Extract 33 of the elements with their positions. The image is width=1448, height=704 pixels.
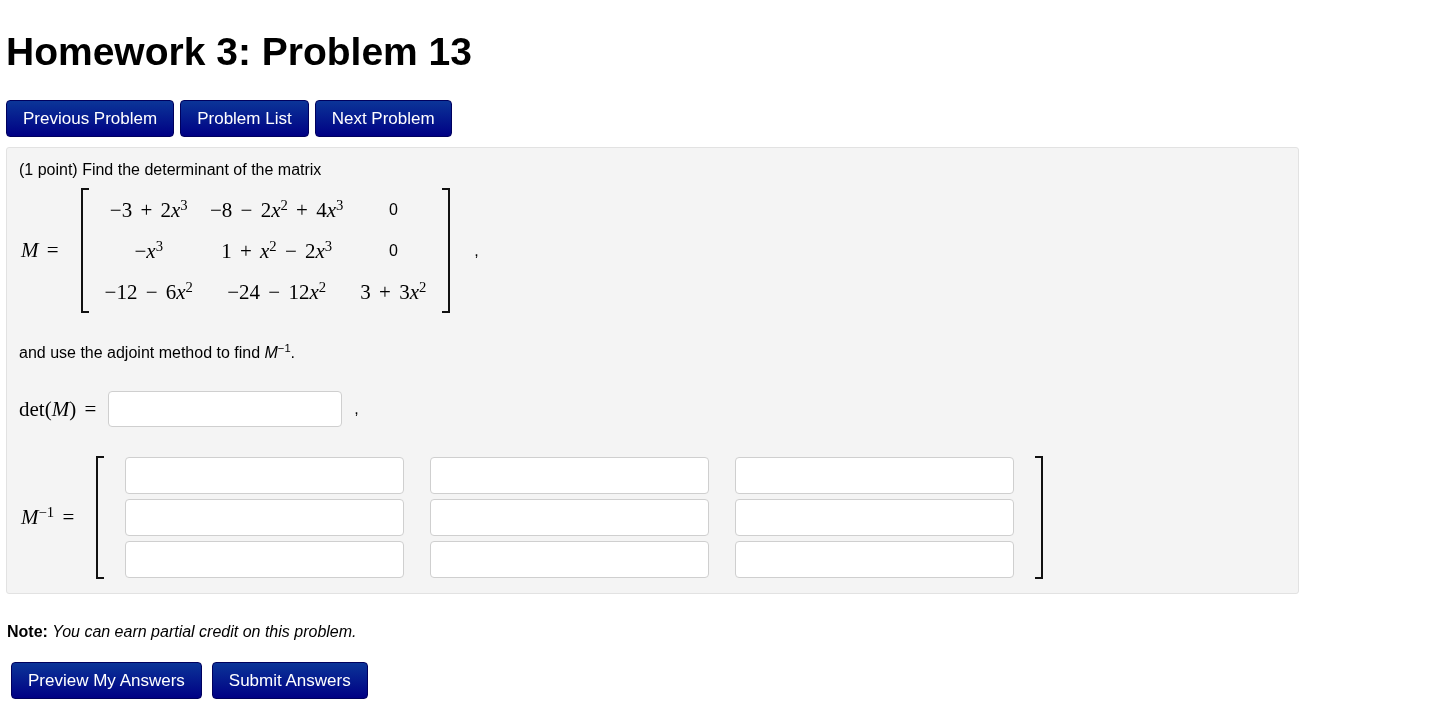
answer-field[interactable] [735, 457, 1015, 494]
comma: , [474, 241, 479, 260]
matrix-entry: −x$^{3}$ [134, 238, 164, 263]
nav-button[interactable]: Next Problem [314, 100, 452, 137]
note-text: Note: You can earn partial credit on this problem. [7, 622, 357, 642]
answer-field[interactable] [735, 499, 1015, 536]
answer-field[interactable] [125, 499, 405, 536]
answer-field[interactable] [108, 391, 343, 427]
matrix-entry: 1 + x$^{2}$ − 2x$^{3}$ [221, 238, 333, 263]
page-title: Homework 3: Problem 13 [6, 29, 472, 75]
inverse-label: M$^{−1}$ = [21, 505, 75, 530]
answer-field[interactable] [430, 457, 710, 494]
problem-statement: (1 point) Find the determinant of the matrix [19, 160, 322, 180]
answer-field[interactable] [430, 541, 710, 578]
matrix-label: M = [21, 238, 59, 263]
answer-field[interactable] [125, 457, 405, 494]
determinant-label: det(M) = [19, 396, 97, 422]
matrix-entry: −8 − 2x$^{2}$ + 4x$^{3}$ [209, 197, 344, 222]
comma: , [354, 400, 359, 418]
nav-button[interactable]: Problem List [180, 100, 309, 137]
action-button[interactable]: Submit Answers [211, 662, 368, 699]
answer-field[interactable] [735, 541, 1015, 578]
matrix-entry: 3 + 3x$^{2}$ [360, 279, 427, 304]
action-button[interactable]: Preview My Answers [11, 662, 202, 699]
answer-field[interactable] [430, 499, 710, 536]
matrix-entry: −3 + 2x$^{3}$ [109, 197, 188, 222]
matrix-entry: 0 [388, 240, 398, 261]
answer-field[interactable] [125, 541, 405, 578]
matrix-entry: 0 [388, 199, 398, 220]
matrix-entry: −12 − 6x$^{2}$ [104, 279, 193, 304]
matrix-entry: −24 − 12x$^{2}$ [227, 279, 327, 304]
instruction-text: and use the adjoint method to find M$^{−1}$. [19, 343, 296, 363]
nav-button[interactable]: Previous Problem [6, 100, 175, 137]
